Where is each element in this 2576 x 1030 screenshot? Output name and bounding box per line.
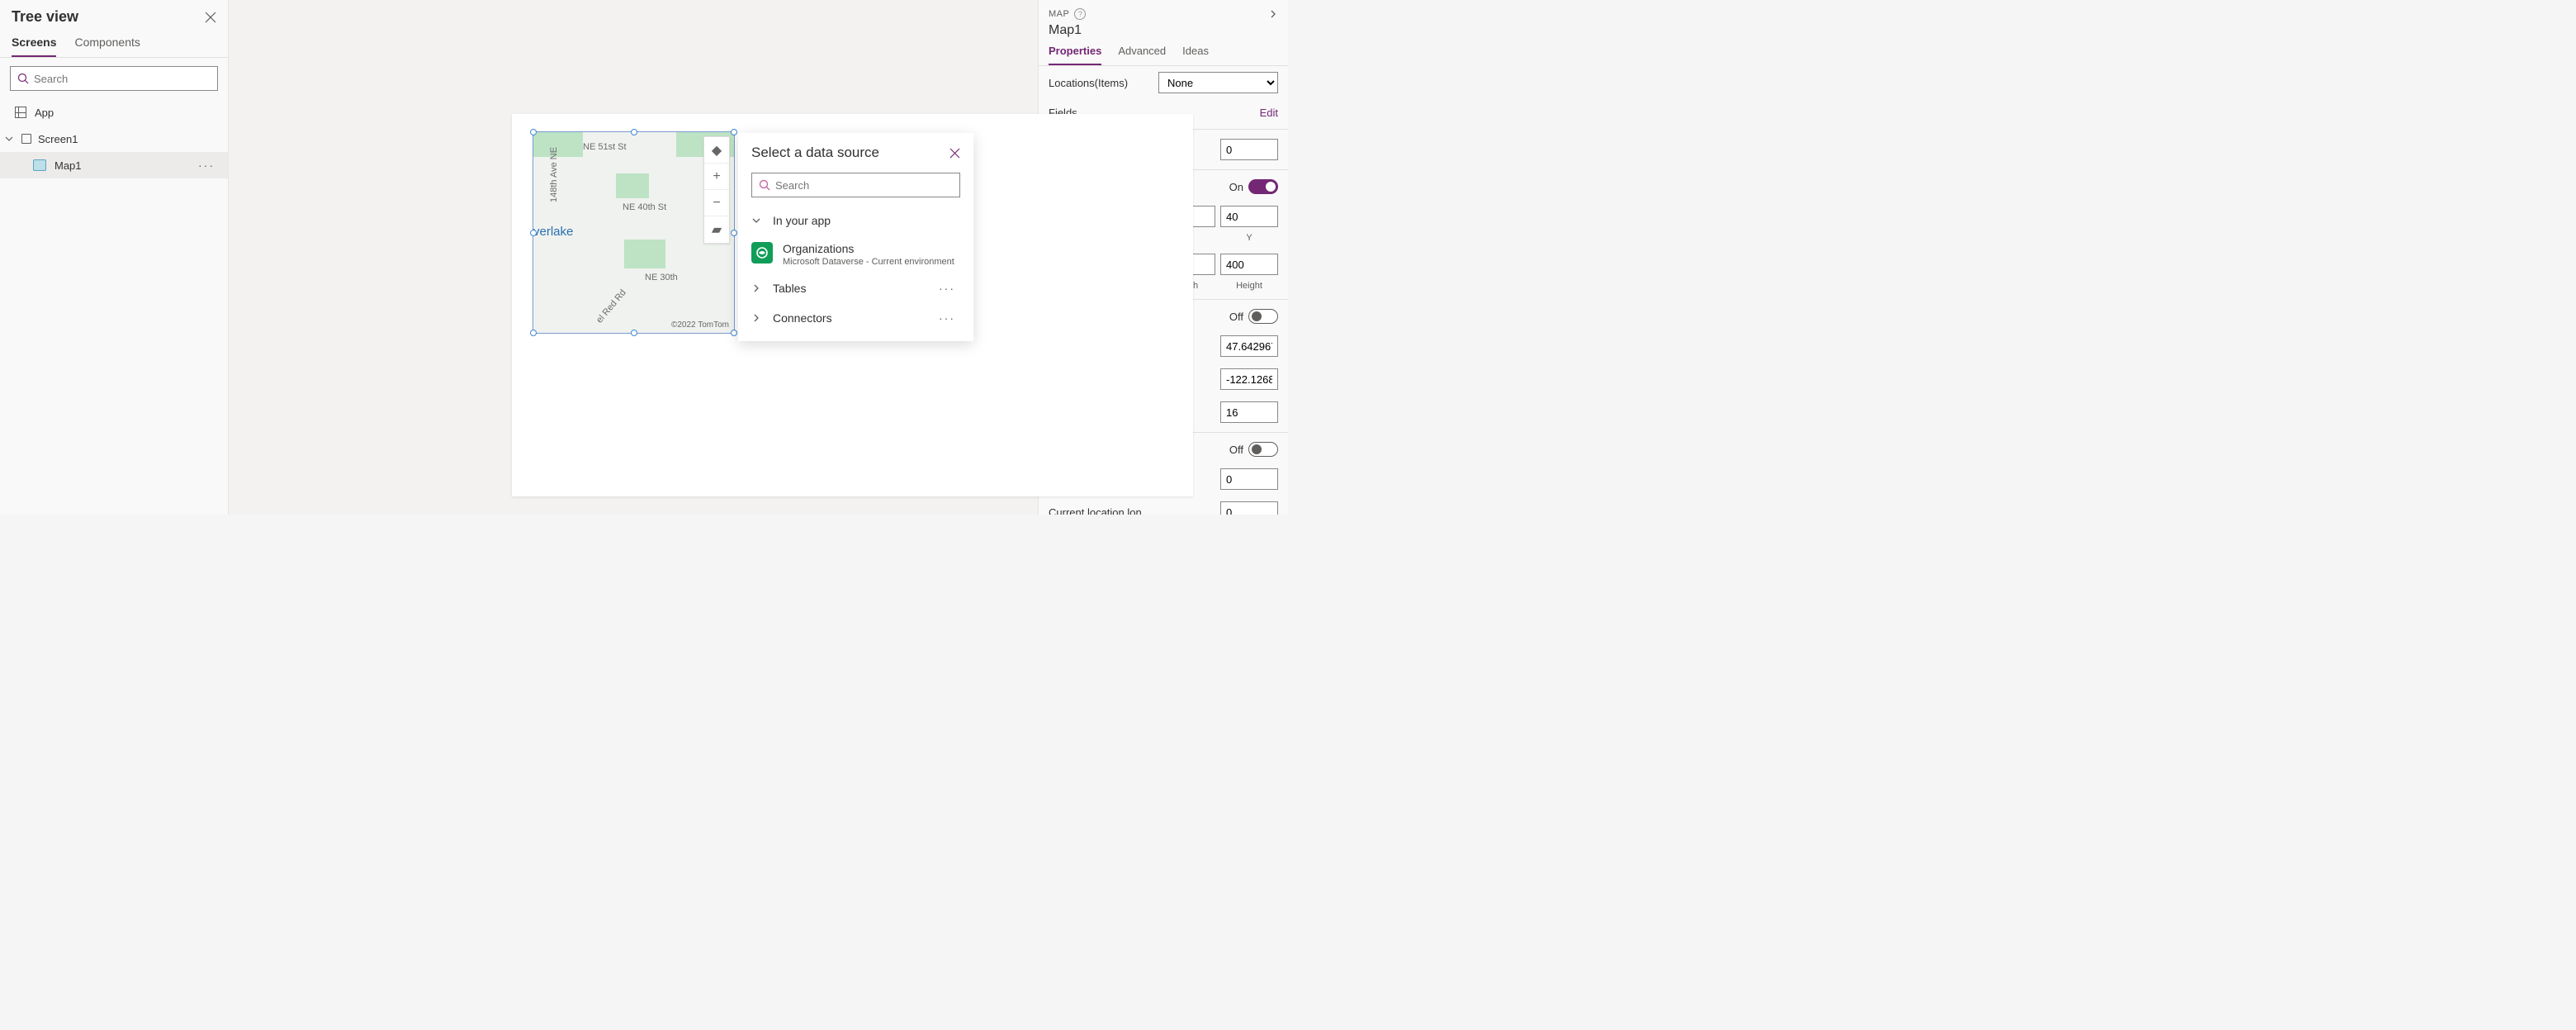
chevron-down-icon — [751, 216, 763, 225]
map-pitch-button[interactable]: ▰ — [704, 216, 729, 243]
tree-view-panel: Tree view Screens Components App Screen1… — [0, 0, 229, 515]
more-icon[interactable]: ··· — [198, 159, 220, 172]
close-icon[interactable] — [949, 148, 960, 159]
map-zoom-in-button[interactable]: + — [704, 164, 729, 190]
prop-current-longitude-label: Current location lon... — [1049, 506, 1220, 515]
prop-use-default-location-toggle[interactable] — [1248, 309, 1278, 324]
chevron-down-icon[interactable] — [5, 135, 15, 143]
dataverse-icon — [751, 242, 773, 263]
prop-visible-toggle[interactable] — [1248, 179, 1278, 194]
tree-item-label: App — [35, 107, 54, 119]
canvas[interactable]: NE 51st St NE 40th St NE 30th 148th Ave … — [229, 0, 1038, 515]
tree-item-map1[interactable]: Map1 ··· — [0, 152, 228, 178]
tab-advanced[interactable]: Advanced — [1118, 45, 1166, 65]
map-viewport[interactable]: NE 51st St NE 40th St NE 30th 148th Ave … — [533, 132, 734, 333]
map-icon — [33, 159, 46, 171]
tab-screens[interactable]: Screens — [12, 36, 56, 57]
search-icon — [17, 73, 29, 84]
screen-icon — [21, 134, 31, 144]
prop-current-longitude-input[interactable] — [1220, 501, 1278, 515]
control-type-label: MAP — [1049, 9, 1069, 19]
data-source-search-input[interactable] — [751, 173, 960, 197]
more-icon[interactable]: ··· — [939, 311, 960, 325]
help-icon[interactable]: ? — [1074, 8, 1086, 20]
ds-item-organizations[interactable]: Organizations Microsoft Dataverse - Curr… — [738, 235, 973, 273]
ds-section-in-your-app[interactable]: In your app — [738, 206, 973, 235]
tab-ideas[interactable]: Ideas — [1182, 45, 1209, 65]
prop-locations-select[interactable]: None — [1158, 72, 1278, 93]
chevron-right-icon — [751, 283, 763, 293]
map-controls: ◆ + − ▰ — [703, 136, 730, 244]
tree-item-screen1[interactable]: Screen1 — [0, 126, 228, 152]
prop-size-height-input[interactable] — [1220, 254, 1278, 275]
chevron-right-icon[interactable] — [1268, 9, 1278, 19]
prop-show-current-location-toggle[interactable] — [1248, 442, 1278, 457]
prop-fields-edit-link[interactable]: Edit — [1260, 107, 1278, 119]
prop-current-latitude-input[interactable] — [1220, 468, 1278, 490]
data-source-popup: Select a data source In your app Organiz… — [738, 133, 973, 341]
app-icon — [15, 107, 26, 118]
ds-section-tables[interactable]: Tables ··· — [738, 273, 973, 303]
search-icon — [759, 179, 770, 191]
ds-section-connectors[interactable]: Connectors ··· — [738, 303, 973, 333]
chevron-right-icon — [751, 313, 763, 323]
map-zoom-out-button[interactable]: − — [704, 190, 729, 216]
tree-item-app[interactable]: App — [0, 99, 228, 126]
tree-search-input[interactable] — [10, 66, 218, 91]
prop-transparency-input[interactable] — [1220, 139, 1278, 160]
tree-item-label: Map1 — [54, 159, 82, 172]
prop-locations-label: Locations(Items) — [1049, 77, 1158, 89]
map-control-selected[interactable]: NE 51st St NE 40th St NE 30th 148th Ave … — [533, 131, 735, 334]
prop-position-y-input[interactable] — [1220, 206, 1278, 227]
prop-default-zoom-input[interactable] — [1220, 401, 1278, 423]
tree-item-label: Screen1 — [38, 133, 78, 145]
data-source-title: Select a data source — [751, 145, 879, 161]
prop-default-longitude-input[interactable] — [1220, 368, 1278, 390]
tab-properties[interactable]: Properties — [1049, 45, 1101, 65]
more-icon[interactable]: ··· — [939, 282, 960, 295]
map-compass-button[interactable]: ◆ — [704, 137, 729, 164]
map-attribution: ©2022 TomTom — [671, 320, 729, 330]
tab-components[interactable]: Components — [74, 36, 140, 57]
control-name: Map1 — [1039, 23, 1288, 45]
close-icon[interactable] — [205, 12, 216, 23]
tree-view-title: Tree view — [12, 8, 78, 26]
prop-default-latitude-input[interactable] — [1220, 335, 1278, 357]
